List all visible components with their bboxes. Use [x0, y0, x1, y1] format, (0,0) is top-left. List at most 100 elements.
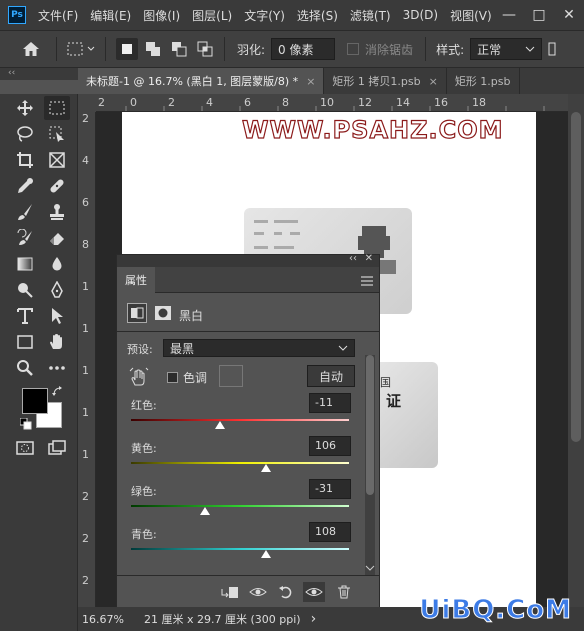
menu-edit[interactable]: 编辑(E) — [84, 7, 137, 24]
slider-track[interactable] — [131, 419, 349, 421]
slider-thumb[interactable] — [261, 464, 272, 472]
healing-brush-tool-icon[interactable] — [44, 174, 70, 198]
move-tool-icon[interactable] — [12, 96, 38, 120]
vertical-ruler[interactable]: 2 4 6 8 1 1 1 1 1 2 2 2 — [78, 112, 96, 607]
preset-select[interactable]: 最黑 — [163, 339, 355, 357]
tab-untitled[interactable]: 未标题-1 @ 16.7% (黑白 1, 图层蒙版/8) * × — [78, 68, 325, 94]
gradient-tool-icon[interactable] — [12, 252, 38, 276]
toggle-visibility-icon[interactable] — [303, 582, 325, 602]
close-icon[interactable]: × — [306, 75, 315, 88]
antialias-label: 消除锯齿 — [365, 42, 414, 57]
brush-tool-icon[interactable] — [12, 200, 38, 224]
targeted-adjustment-icon[interactable] — [129, 367, 149, 387]
rectangle-tool-icon[interactable] — [12, 330, 38, 354]
slider-thumb[interactable] — [261, 550, 272, 558]
style-select[interactable]: 正常 — [470, 38, 543, 60]
reset-icon[interactable] — [277, 584, 295, 600]
clone-stamp-tool-icon[interactable] — [44, 200, 70, 224]
panel-collapse-icon[interactable]: ‹‹ — [349, 253, 357, 264]
horizontal-ruler[interactable]: 2 0 2 4 6 8 10 12 14 16 18 — [96, 94, 568, 112]
slider-track[interactable] — [131, 505, 349, 507]
lasso-tool-icon[interactable] — [12, 122, 38, 146]
style-label: 样式: — [436, 42, 465, 57]
view-previous-state-icon[interactable] — [249, 584, 267, 600]
quick-mask-icon[interactable] — [12, 436, 38, 460]
canvas-scrollbar-thumb[interactable] — [571, 112, 581, 442]
tint-label: 色调 — [183, 371, 208, 385]
mask-icon[interactable] — [153, 303, 173, 323]
auto-button[interactable]: 自动 — [307, 365, 355, 387]
adjustment-icon[interactable] — [127, 303, 147, 323]
dodge-tool-icon[interactable] — [12, 278, 38, 302]
feather-input[interactable]: 0 像素 — [271, 38, 336, 60]
tab-title: 矩形 1.psb — [454, 75, 511, 88]
slider-thumb[interactable] — [200, 507, 211, 515]
path-selection-tool-icon[interactable] — [44, 304, 70, 328]
object-selection-tool-icon[interactable] — [44, 122, 70, 146]
swap-colors-icon[interactable] — [52, 386, 64, 398]
new-selection-icon[interactable] — [116, 38, 138, 60]
panel-close-icon[interactable]: ✕ — [365, 253, 373, 264]
eraser-tool-icon[interactable] — [44, 226, 70, 250]
marquee-tool-preset-icon[interactable] — [63, 38, 99, 60]
antialias-checkbox[interactable] — [347, 43, 360, 55]
document-info: 21 厘米 x 29.7 厘米 (300 ppi) — [144, 613, 301, 626]
hand-tool-icon[interactable] — [44, 330, 70, 354]
menu-view[interactable]: 视图(V) — [444, 7, 498, 24]
scroll-down-icon[interactable] — [365, 561, 375, 571]
zoom-level[interactable]: 16.67% — [82, 613, 134, 626]
tab-properties[interactable]: 属性 — [117, 267, 155, 293]
panel-footer — [117, 575, 379, 607]
menu-layer[interactable]: 图层(L) — [186, 7, 238, 24]
add-to-selection-icon[interactable] — [142, 38, 164, 60]
default-colors-icon[interactable] — [19, 417, 32, 430]
chevron-down-icon — [338, 345, 348, 351]
tab-rect[interactable]: 矩形 1.psb — [447, 68, 520, 94]
slider-track[interactable] — [131, 462, 349, 464]
slider-value-input[interactable]: 108 — [309, 522, 351, 542]
menu-filter[interactable]: 滤镜(T) — [344, 7, 397, 24]
slider-track[interactable] — [131, 548, 349, 550]
menu-image[interactable]: 图像(I) — [137, 7, 186, 24]
frame-tool-icon[interactable] — [44, 148, 70, 172]
tab-rect-copy[interactable]: 矩形 1 拷贝1.psb × — [324, 68, 447, 94]
minimize-button[interactable]: — — [494, 7, 524, 23]
clip-to-layer-icon[interactable] — [221, 584, 239, 600]
menu-file[interactable]: 文件(F) — [32, 7, 84, 24]
tint-checkbox[interactable] — [167, 372, 178, 383]
history-brush-tool-icon[interactable] — [12, 226, 38, 250]
screen-mode-icon[interactable] — [44, 436, 70, 460]
zoom-tool-icon[interactable] — [12, 356, 38, 380]
close-icon[interactable]: × — [429, 75, 438, 88]
status-arrow-icon[interactable]: › — [311, 611, 317, 627]
crop-tool-icon[interactable] — [12, 148, 38, 172]
ruler-label: 1 — [82, 322, 89, 335]
foreground-color-swatch[interactable] — [22, 388, 48, 414]
type-tool-icon[interactable] — [12, 304, 38, 328]
slider-label: 红色: — [131, 399, 157, 412]
panel-scrollbar-thumb[interactable] — [366, 355, 374, 495]
tint-color-swatch[interactable] — [219, 365, 243, 387]
menu-3d[interactable]: 3D(D) — [397, 8, 444, 22]
panel-menu-icon[interactable] — [361, 275, 373, 286]
close-button[interactable]: ✕ — [554, 7, 584, 23]
maximize-button[interactable]: □ — [524, 7, 554, 23]
slider-value-input[interactable]: 106 — [309, 436, 351, 456]
tab-title: 矩形 1 拷贝1.psb — [332, 75, 421, 88]
menu-select[interactable]: 选择(S) — [291, 7, 344, 24]
toolbar-collapse[interactable]: ‹‹ — [0, 68, 78, 80]
mask-icon[interactable] — [548, 41, 556, 57]
menu-type[interactable]: 文字(Y) — [238, 7, 291, 24]
pen-tool-icon[interactable] — [44, 278, 70, 302]
blur-tool-icon[interactable] — [44, 252, 70, 276]
subtract-from-selection-icon[interactable] — [168, 38, 190, 60]
slider-value-input[interactable]: -31 — [309, 479, 351, 499]
slider-value-input[interactable]: -11 — [309, 393, 351, 413]
home-icon[interactable] — [20, 38, 42, 60]
more-tools-icon[interactable] — [44, 356, 70, 380]
slider-thumb[interactable] — [215, 421, 226, 429]
eyedropper-tool-icon[interactable] — [12, 174, 38, 198]
intersect-selection-icon[interactable] — [194, 38, 216, 60]
trash-icon[interactable] — [335, 584, 353, 600]
marquee-tool-icon[interactable] — [44, 96, 70, 120]
